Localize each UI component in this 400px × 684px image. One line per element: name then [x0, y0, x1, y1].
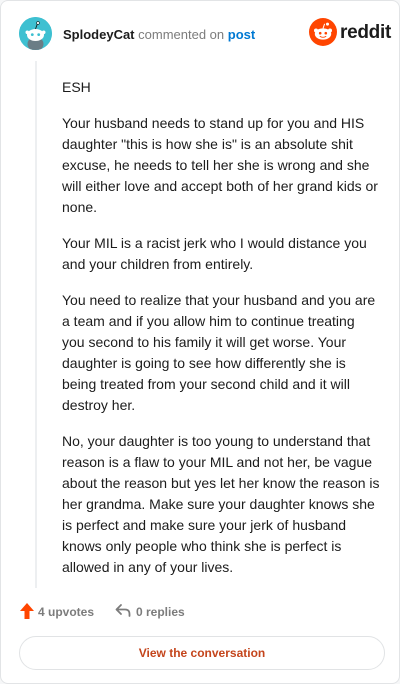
- reddit-snoo-icon: [309, 18, 337, 46]
- upvote-arrow-icon: [20, 603, 34, 619]
- comment-body: ESH Your husband needs to stand up for y…: [62, 77, 380, 593]
- comment-card: SplodeyCat commented on post reddit ESH …: [0, 0, 400, 684]
- username-link[interactable]: SplodeyCat: [63, 27, 135, 42]
- view-conversation-button[interactable]: View the conversation: [19, 636, 385, 670]
- commented-on-text: commented on: [138, 27, 225, 42]
- user-avatar[interactable]: [19, 17, 52, 50]
- reply-button[interactable]: 0 replies: [115, 601, 215, 623]
- comment-paragraph: You need to realize that your husband an…: [62, 292, 376, 413]
- comment-paragraph: ESH: [62, 79, 91, 95]
- upvote-count: 4 upvotes: [38, 605, 95, 619]
- comment-actions: 4 upvotes 0 replies: [19, 601, 383, 623]
- comment-meta: SplodeyCat commented on post: [63, 27, 255, 42]
- comment-paragraph: No, your daughter is too young to unders…: [62, 433, 380, 575]
- reddit-brand[interactable]: reddit: [309, 18, 391, 48]
- comment-header: SplodeyCat commented on post reddit: [19, 17, 391, 51]
- reply-count: 0 replies: [136, 605, 185, 619]
- comment-paragraph: Your husband needs to stand up for you a…: [62, 115, 378, 215]
- upvote-button[interactable]: 4 upvotes: [19, 601, 109, 623]
- thread-line: [35, 61, 37, 588]
- reddit-wordmark: reddit: [340, 22, 391, 43]
- snoo-avatar-icon: [19, 17, 52, 50]
- comment-paragraph: Your MIL is a racist jerk who I would di…: [62, 235, 367, 272]
- reply-arrow-icon: [115, 604, 131, 617]
- post-link[interactable]: post: [228, 27, 255, 42]
